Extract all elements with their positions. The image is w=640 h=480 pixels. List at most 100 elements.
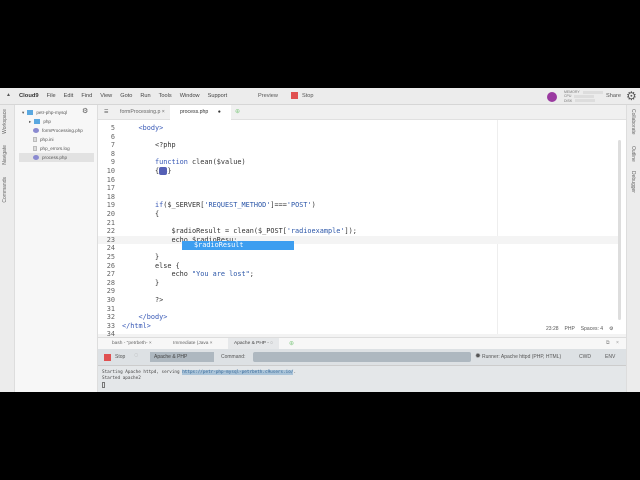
tab-collaborate[interactable]: Collaborate <box>630 109 636 135</box>
stop-button[interactable]: Stop <box>291 92 314 99</box>
preview-button[interactable]: Preview <box>258 93 278 99</box>
close-icon[interactable]: × <box>616 340 619 346</box>
command-input[interactable] <box>253 352 471 362</box>
resource-meters[interactable]: MEMORY CPU DISK <box>564 90 603 103</box>
tab-process[interactable]: process.php ● <box>170 105 231 120</box>
debug-icon[interactable]: ✹ <box>475 352 481 360</box>
line-number: 27 <box>106 270 115 279</box>
code-line[interactable]: 32 </body> <box>98 313 618 322</box>
code-line[interactable]: 16 <box>98 176 618 185</box>
add-tab-icon[interactable]: ⊕ <box>235 108 240 115</box>
tab-immediate[interactable]: Immediate (Java × <box>173 341 213 346</box>
code-line[interactable]: 10 {↔↔} <box>98 167 618 176</box>
server-url-link[interactable]: https://petr-php-mysql-petrbeth.c9users.… <box>182 370 294 375</box>
code-line[interactable]: 26 else { <box>98 262 618 271</box>
code-line[interactable]: 33 </html> <box>98 322 618 331</box>
settings-icon[interactable]: ⚙ <box>609 326 613 332</box>
code-text: } <box>122 253 159 262</box>
menu-icon[interactable]: ▲ <box>6 92 11 98</box>
cwd-button[interactable]: CWD <box>579 354 591 360</box>
menu-edit[interactable]: Edit <box>64 93 74 99</box>
code-token: <body> <box>122 124 164 132</box>
code-line[interactable]: 20 { <box>98 210 618 219</box>
tree-settings-icon[interactable]: ⚙ <box>82 107 88 115</box>
stop-icon[interactable] <box>104 354 111 361</box>
code-line[interactable]: 27 echo "You are lost"; <box>98 270 618 279</box>
line-number: 29 <box>106 287 115 296</box>
code-line[interactable]: 17 <box>98 184 618 193</box>
code-line[interactable]: 9 function clean($value) <box>98 158 618 167</box>
autocomplete-suggestion[interactable]: $radioResult <box>182 241 294 250</box>
indent-setting[interactable]: Spaces: 4 <box>581 326 603 332</box>
code-line[interactable]: 22 $radioResult = clean($_POST['radioexa… <box>98 227 618 236</box>
line-number: 30 <box>106 296 115 304</box>
code-line[interactable]: 29 <box>98 287 618 296</box>
code-text: else { <box>122 262 180 271</box>
menu-support[interactable]: Support <box>208 93 228 99</box>
tab-bash[interactable]: bash - "petrbeth- × <box>112 341 152 346</box>
menu-window[interactable]: Window <box>180 93 200 99</box>
runner-selector[interactable]: Runner: Apache httpd (PHP, HTML) <box>482 354 561 360</box>
code-line[interactable]: 21 <box>98 219 618 228</box>
tab-commands[interactable]: Commands <box>2 177 8 203</box>
tab-label: Apache & PHP - <box>234 341 269 346</box>
code-line[interactable]: 25 } <box>98 253 618 262</box>
menu-goto[interactable]: Goto <box>120 93 132 99</box>
tree-item-phpini[interactable]: php.ini <box>33 135 54 144</box>
share-button[interactable]: Share <box>606 93 621 99</box>
code-line[interactable]: 24 <box>98 244 618 253</box>
runner-stop-button[interactable]: Stop <box>115 354 125 360</box>
menu-run[interactable]: Run <box>140 93 150 99</box>
code-line[interactable]: 8 <box>98 150 618 159</box>
menu-view[interactable]: View <box>100 93 112 99</box>
tree-item-errorslog[interactable]: php_errors.log <box>33 144 70 153</box>
tab-workspace[interactable]: Workspace <box>2 109 8 134</box>
code-text: </html> <box>122 322 151 331</box>
runner-name-field[interactable]: Apache & PHP <box>150 352 214 362</box>
menu-file[interactable]: File <box>47 93 56 99</box>
folder-icon <box>27 110 34 115</box>
tab-debugger[interactable]: Debugger <box>630 171 636 193</box>
menu-find[interactable]: Find <box>81 93 92 99</box>
code-line[interactable]: 31 <box>98 305 618 314</box>
menubar: ▲ Cloud9 File Edit Find View Goto Run To… <box>0 88 640 105</box>
file-icon <box>33 137 37 142</box>
tab-navigate[interactable]: Navigate <box>2 145 8 165</box>
code-text: ?> <box>122 296 163 305</box>
scrollbar[interactable] <box>618 140 621 320</box>
code-line[interactable]: 5 <body> <box>98 124 618 133</box>
stop-label: Stop <box>302 92 314 99</box>
code-token: ) <box>311 201 316 210</box>
tab-list-icon[interactable]: ☰ <box>104 109 108 115</box>
avatar[interactable] <box>547 92 557 102</box>
code-line[interactable]: 19 if($_SERVER['REQUEST_METHOD']==='POST… <box>98 201 618 210</box>
syntax-mode[interactable]: PHP <box>565 326 575 332</box>
code-text: if($_SERVER['REQUEST_METHOD']==='POST') <box>122 201 316 210</box>
line-number: 10 <box>106 167 115 175</box>
tree-item-php[interactable]: ▸ php <box>29 117 51 126</box>
terminal-output[interactable]: Starting Apache httpd, serving https://p… <box>98 366 626 392</box>
code-line[interactable]: 18 <box>98 193 618 202</box>
menu-tools[interactable]: Tools <box>159 93 172 99</box>
code-text: <body> <box>122 124 163 133</box>
code-line[interactable]: 28 } <box>98 279 618 288</box>
code-editor[interactable]: 5 <body> 6 7 <?php 8 9 function clean($value… <box>98 120 626 338</box>
code-line[interactable]: 6 <box>98 133 618 142</box>
refresh-icon[interactable]: ◌ <box>134 352 138 359</box>
code-line[interactable]: 30 ?> <box>98 296 618 305</box>
restore-icon[interactable]: ⧉ <box>606 340 610 346</box>
tree-item-formprocessing[interactable]: formProcessing.php <box>33 126 83 135</box>
cursor-position[interactable]: 23:28 <box>546 326 559 332</box>
tab-formprocessing[interactable]: formProcessing.p × <box>120 109 165 115</box>
gear-icon[interactable]: ⚙ <box>626 89 637 103</box>
meter-label: DISK <box>564 98 573 103</box>
tree-item-process[interactable]: process.php <box>19 153 94 162</box>
tree-root[interactable]: ▾ petr-php-mysql <box>22 108 67 117</box>
env-button[interactable]: ENV <box>605 354 615 360</box>
tab-outline[interactable]: Outline <box>630 146 636 162</box>
code-line[interactable]: 23 echo $radioResu; <box>98 235 618 245</box>
brand-menu[interactable]: Cloud9 <box>19 93 39 99</box>
code-token: clean($value) <box>192 158 246 167</box>
code-line[interactable]: 7 <?php <box>98 141 618 150</box>
add-tab-icon[interactable]: ⊕ <box>289 340 294 347</box>
